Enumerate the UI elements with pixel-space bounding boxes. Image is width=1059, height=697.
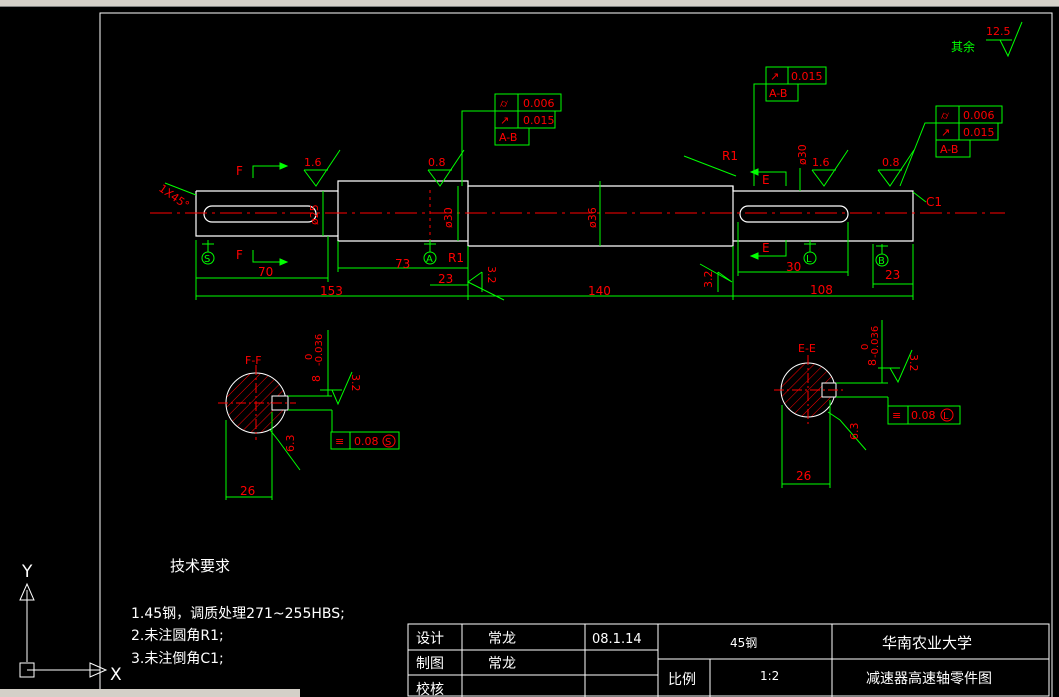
- dim-phi36: ø36: [586, 207, 599, 228]
- dim-phi30-b: ø30: [796, 144, 809, 165]
- tb-draw-name: 常龙: [488, 656, 516, 672]
- datum-l: L: [806, 254, 812, 265]
- dim-140: 140: [588, 284, 611, 298]
- tb-scale: 1:2: [760, 669, 779, 683]
- fcf-sym-left-ref: S: [385, 437, 391, 448]
- dim-phi25: ø25: [308, 204, 321, 225]
- tech-title: 技术要求: [170, 557, 230, 575]
- tech-line-3: 3.未注倒角C1;: [131, 651, 224, 667]
- tech-line-2: 2.未注圆角R1;: [131, 628, 224, 644]
- roughness-3.2-d: 3.2: [907, 354, 920, 372]
- tb-check-label: 校核: [416, 681, 444, 697]
- symmetry-icon-b: ≡: [892, 409, 901, 422]
- dim-153: 153: [320, 284, 343, 298]
- fcf-mid-circ: 0.006: [523, 97, 555, 110]
- tb-school: 华南农业大学: [882, 634, 972, 652]
- roughness-3.2-a: 3.2: [485, 266, 498, 284]
- section-ff-label: F-F: [245, 354, 262, 367]
- fcf-mid-runout-icon: ↗: [500, 114, 509, 127]
- tb-draw-label: 制图: [416, 656, 444, 672]
- symmetry-icon-a: ≡: [335, 435, 344, 448]
- fcf-right-runout-icon: ↗: [770, 70, 779, 83]
- dim-26-a: 26: [240, 484, 255, 498]
- tol-a-lower: -0.036: [314, 334, 325, 366]
- keyway-8-b: 8: [866, 359, 879, 366]
- roughness-1.6-b: 1.6: [812, 156, 830, 169]
- datum-s: S: [204, 254, 210, 265]
- section-f-top: F: [236, 164, 243, 178]
- fcf-mid-circ-icon: ⌭: [500, 97, 508, 110]
- tb-date: 08.1.14: [592, 632, 642, 647]
- datum-a: A: [426, 254, 433, 265]
- ucs-icon: [19, 582, 108, 678]
- fcf-right-runout: 0.015: [791, 70, 823, 83]
- fcf-far-runout: 0.015: [963, 126, 995, 139]
- dim-26-b: 26: [796, 469, 811, 483]
- fcf-sym-right-ref: L: [943, 411, 949, 422]
- tb-design-name: 常龙: [488, 631, 516, 647]
- roughness-0.8-b: 0.8: [882, 156, 900, 169]
- fcf-mid-datum: A-B: [499, 131, 517, 144]
- section-f-bottom: F: [236, 248, 243, 262]
- section-e-top: E: [762, 173, 770, 187]
- fcf-far-datum: A-B: [940, 143, 958, 156]
- tb-scale-label: 比例: [668, 672, 696, 688]
- dim-70: 70: [258, 265, 273, 279]
- fcf-far-circ-icon: ⌭: [941, 109, 949, 122]
- fcf-far-runout-icon: ↗: [941, 126, 950, 139]
- fcf-right-datum: A-B: [769, 87, 787, 100]
- dim-23-a: 23: [438, 272, 453, 286]
- fcf-sym-left: 0.08: [354, 435, 379, 448]
- datum-b: B: [878, 256, 885, 267]
- section-e-bottom: E: [762, 241, 770, 255]
- dim-108: 108: [810, 283, 833, 297]
- dim-30: 30: [786, 260, 801, 274]
- tb-design-label: 设计: [416, 631, 444, 647]
- keyway-8-a: 8: [310, 375, 323, 382]
- roughness-1.6-a: 1.6: [304, 156, 322, 169]
- fcf-far-circ: 0.006: [963, 109, 995, 122]
- ucs-x: X: [110, 665, 122, 685]
- fcf-mid-runout: 0.015: [523, 114, 555, 127]
- roughness-3.2-c: 3.2: [349, 374, 362, 392]
- roughness-0.8-a: 0.8: [428, 156, 446, 169]
- tol-b-lower: -0.036: [870, 326, 881, 358]
- roughness-rest-label: 其余: [951, 39, 975, 54]
- r1-note-b: R1: [448, 251, 464, 265]
- roughness-3.2-b: 3.2: [702, 271, 715, 289]
- tb-part-name: 减速器高速轴零件图: [866, 670, 992, 687]
- cad-canvas[interactable]: ø25 ø30 ø36 ø30 153 70 73 23 140 108 30 …: [0, 0, 1059, 697]
- tb-material: 45钢: [730, 636, 757, 650]
- dim-23-b: 23: [885, 268, 900, 282]
- r1-note-a: R1: [722, 149, 738, 163]
- dim-phi30-a: ø30: [442, 207, 455, 228]
- fcf-sym-right: 0.08: [911, 409, 936, 422]
- roughness-6.3-b: 6.3: [848, 423, 861, 441]
- c1-note: C1: [926, 195, 942, 209]
- layout-tabs-strip[interactable]: [0, 689, 300, 697]
- roughness-rest-value: 12.5: [986, 25, 1011, 38]
- ucs-y: Y: [21, 562, 33, 582]
- roughness-6.3-a: 6.3: [284, 435, 297, 453]
- section-ee-label: E-E: [798, 342, 816, 355]
- tech-line-1: 1.45钢，调质处理271~255HBS;: [131, 606, 345, 622]
- dim-73: 73: [395, 257, 410, 271]
